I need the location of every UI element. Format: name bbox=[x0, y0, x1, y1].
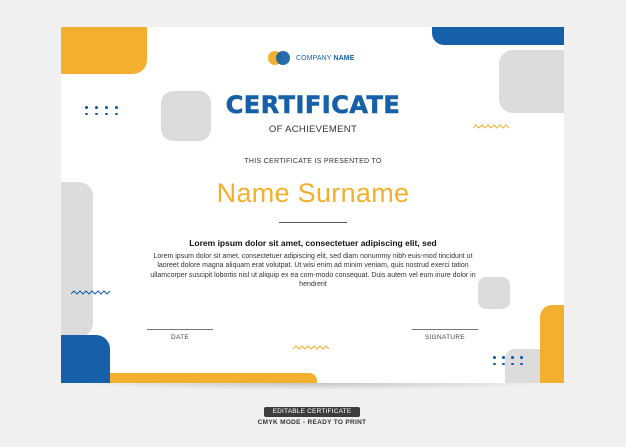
company-logo-icon bbox=[268, 51, 290, 65]
corner-shape-bottom-right bbox=[540, 305, 564, 383]
company-name-prefix: COMPANY bbox=[296, 54, 334, 62]
signature-label: SIGNATURE bbox=[424, 334, 466, 341]
editable-badge: EDITABLE CERTIFICATE bbox=[264, 407, 360, 417]
corner-shape-bottom-left bbox=[61, 335, 110, 383]
grey-block-top-right bbox=[499, 50, 564, 113]
company-name: COMPANY NAME bbox=[296, 55, 355, 62]
dots-pattern-bottom-right bbox=[493, 356, 523, 365]
certificate-card: COMPANY NAME CERTIFICATE OF ACHIEVEMENT … bbox=[61, 27, 564, 383]
corner-shape-top-left bbox=[61, 27, 147, 74]
company-logo: COMPANY NAME bbox=[268, 51, 355, 65]
body-text: Lorem ipsum dolor sit amet, consectetuer… bbox=[150, 253, 476, 289]
date-label: DATE bbox=[170, 334, 190, 341]
grey-square-right bbox=[478, 277, 510, 309]
presented-to-text: THIS CERTIFICATE IS PRESENTED TO bbox=[244, 158, 382, 165]
certificate-subtitle: OF ACHIEVEMENT bbox=[268, 124, 358, 135]
bottom-yellow-strip bbox=[110, 373, 317, 383]
footer-subtitle: CMYK MODE - READY TO PRINT bbox=[257, 419, 367, 426]
certificate-title: CERTIFICATE bbox=[225, 91, 401, 120]
zigzag-left bbox=[71, 290, 111, 295]
date-line bbox=[147, 329, 213, 330]
recipient-name: Name Surname bbox=[216, 178, 410, 208]
dots-pattern-top-left bbox=[85, 106, 118, 115]
corner-bar-top-right bbox=[432, 27, 564, 45]
lead-text: Lorem ipsum dolor sit amet, consectetuer… bbox=[189, 238, 437, 248]
zigzag-bottom-center bbox=[293, 345, 330, 350]
grey-block-left bbox=[61, 182, 93, 337]
signature-line bbox=[412, 329, 478, 330]
name-underline bbox=[279, 222, 347, 223]
zigzag-top-right bbox=[473, 124, 510, 129]
grey-square-near-title bbox=[161, 91, 211, 141]
grey-block-bottom-right bbox=[505, 349, 545, 383]
company-name-bold: NAME bbox=[333, 54, 355, 62]
